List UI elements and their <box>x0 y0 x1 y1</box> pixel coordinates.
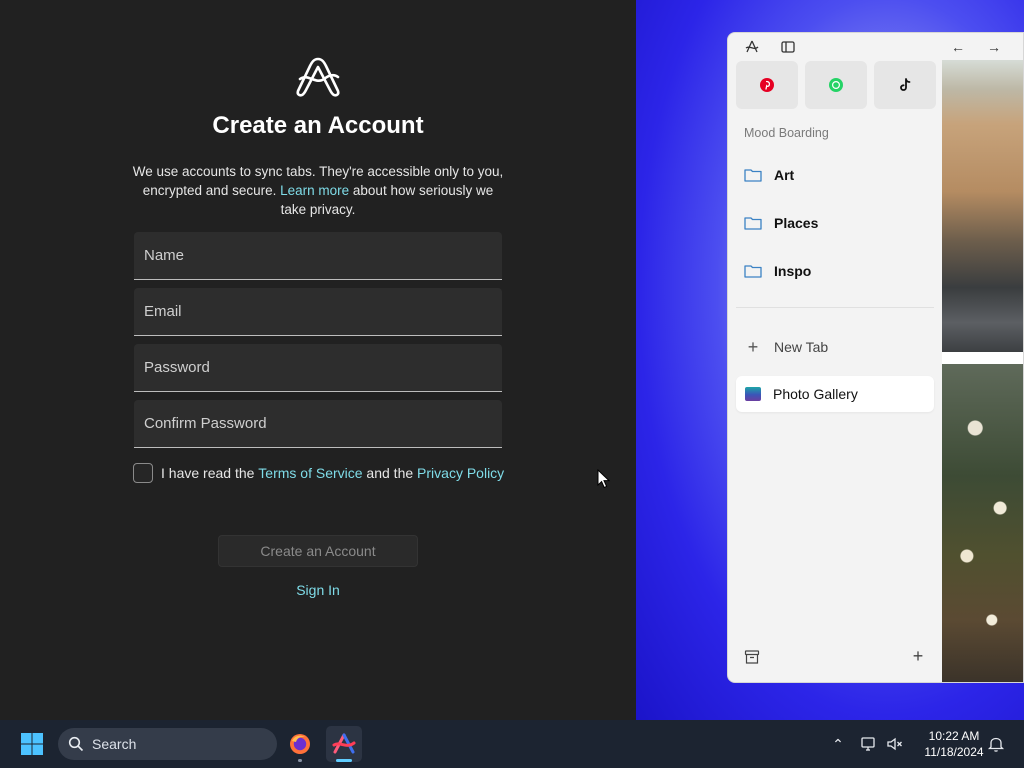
search-label: Search <box>92 736 137 752</box>
window-toolbar: ← → <box>728 33 1023 61</box>
browser-window: ← → Mood Boarding Art Places Inspo + New… <box>727 32 1024 683</box>
confirm-password-input[interactable] <box>134 400 502 447</box>
sign-in-link[interactable]: Sign In <box>0 582 636 598</box>
arc-app-icon <box>332 733 356 754</box>
page-title: Create an Account <box>212 112 424 139</box>
taskbar: Search ⌃ 10:22 AM 11/18/2024 <box>0 720 1024 768</box>
network-icon[interactable] <box>860 735 878 753</box>
folder-icon <box>744 169 762 182</box>
volume-muted-icon[interactable] <box>886 735 904 753</box>
learn-more-link[interactable]: Learn more <box>280 183 349 198</box>
clock-time: 10:22 AM <box>928 729 980 743</box>
terms-prefix: I have read the <box>161 465 259 481</box>
tab-photo-gallery[interactable]: Photo Gallery <box>736 376 934 412</box>
windows-start-icon[interactable] <box>20 732 44 756</box>
web-content <box>942 60 1023 682</box>
signup-panel: Create an Account We use accounts to syn… <box>0 0 636 720</box>
folder-inspo[interactable]: Inspo <box>736 253 934 289</box>
pinterest-icon <box>760 78 774 92</box>
archive-icon[interactable] <box>744 649 760 665</box>
terms-of-service-link[interactable]: Terms of Service <box>258 465 362 481</box>
privacy-description: We use accounts to sync tabs. They're ac… <box>132 162 504 219</box>
taskbar-search[interactable]: Search <box>58 728 277 760</box>
photo-gallery-favicon-icon <box>745 387 761 401</box>
folder-places[interactable]: Places <box>736 205 934 241</box>
browser-sidebar: ← → Mood Boarding Art Places Inspo + New… <box>728 33 1001 682</box>
folder-icon <box>744 265 762 278</box>
tiktok-icon <box>900 78 911 91</box>
gallery-photo-aerial <box>942 60 1023 352</box>
taskbar-firefox[interactable] <box>282 726 318 762</box>
privacy-policy-link[interactable]: Privacy Policy <box>417 465 504 481</box>
email-field[interactable] <box>134 288 502 336</box>
plus-icon: + <box>747 336 759 357</box>
favorite-whatsapp[interactable] <box>805 61 867 109</box>
notification-bell-icon[interactable] <box>987 735 1005 753</box>
tab-label: Photo Gallery <box>773 386 858 402</box>
folder-label: Inspo <box>774 263 812 279</box>
add-space-icon[interactable]: + <box>910 647 926 665</box>
email-input[interactable] <box>134 288 502 335</box>
back-arrow-icon[interactable]: ← <box>950 39 966 55</box>
folder-label: Places <box>774 215 819 231</box>
arc-logo-icon <box>296 57 340 97</box>
whatsapp-icon <box>829 78 843 92</box>
new-tab-label: New Tab <box>774 339 829 355</box>
arc-menu-icon[interactable] <box>744 39 760 55</box>
running-indicator <box>298 759 302 762</box>
gallery-photo-lights <box>942 364 1023 682</box>
firefox-icon <box>290 734 310 754</box>
favorite-tiktok[interactable] <box>874 61 936 109</box>
system-clock[interactable]: 10:22 AM 11/18/2024 <box>914 728 994 760</box>
name-input[interactable] <box>134 232 502 279</box>
terms-row: I have read the Terms of Service and the… <box>133 462 504 484</box>
confirm-password-field[interactable] <box>134 400 502 448</box>
clock-date: 11/18/2024 <box>924 745 984 759</box>
active-indicator <box>336 759 352 762</box>
space-label: Mood Boarding <box>744 126 829 140</box>
forward-arrow-icon[interactable]: → <box>986 39 1002 55</box>
toggle-sidebar-icon[interactable] <box>780 39 796 55</box>
password-input[interactable] <box>134 344 502 391</box>
show-hidden-icons-chevron-up-icon[interactable]: ⌃ <box>829 735 847 753</box>
search-icon <box>68 736 84 752</box>
mouse-cursor-icon <box>597 469 611 489</box>
name-field[interactable] <box>134 232 502 280</box>
create-account-button[interactable]: Create an Account <box>218 535 418 567</box>
folder-icon <box>744 217 762 230</box>
new-tab-button[interactable]: + New Tab <box>736 331 934 363</box>
terms-checkbox[interactable] <box>133 463 153 483</box>
sidebar-divider <box>736 307 934 308</box>
folder-label: Art <box>774 167 795 183</box>
taskbar-arc[interactable] <box>326 726 362 762</box>
folder-art[interactable]: Art <box>736 157 934 193</box>
favorite-pinterest[interactable] <box>736 61 798 109</box>
password-field[interactable] <box>134 344 502 392</box>
terms-middle: and the <box>362 465 418 481</box>
